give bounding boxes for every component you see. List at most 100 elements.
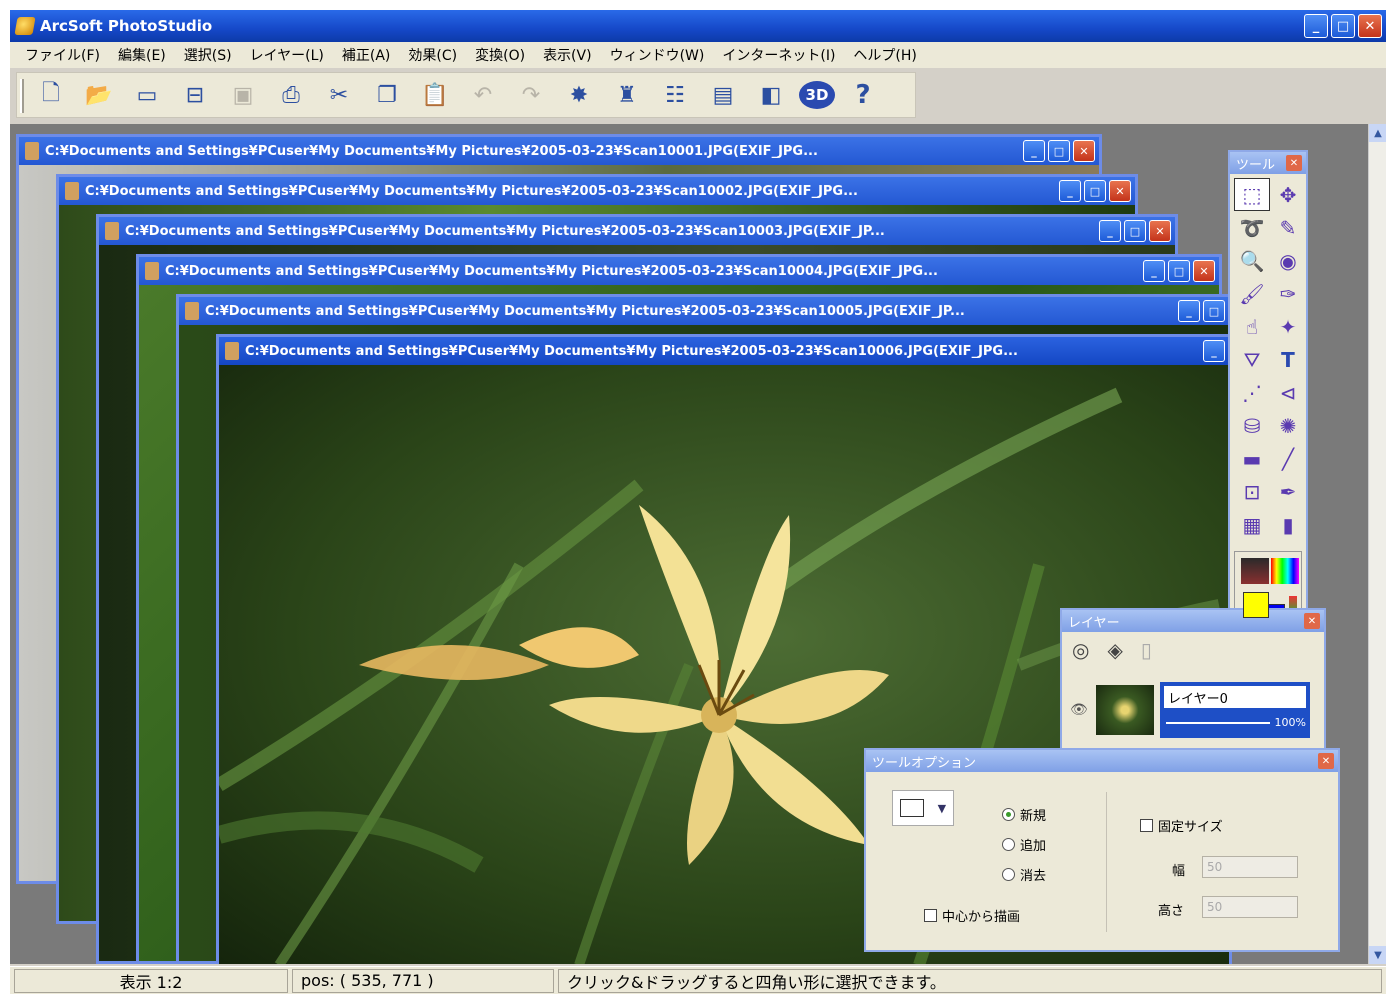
layer-info[interactable]: レイヤー0 100% (1160, 682, 1310, 738)
height-field[interactable]: 50 (1202, 896, 1298, 918)
paste-icon[interactable]: 📋 (415, 75, 455, 115)
radio-add[interactable]: 追加 (1002, 832, 1046, 856)
scroll-up-icon[interactable]: ▲ (1369, 124, 1386, 142)
lasso-tool-icon[interactable]: ➰ (1234, 211, 1270, 244)
stamp-tool-icon[interactable]: ⛁ (1234, 409, 1270, 442)
layer-visibility-icon[interactable]: ◎ (1072, 638, 1089, 662)
fill-tool-icon[interactable]: ⛛ (1234, 343, 1270, 376)
undo-icon[interactable]: ↶ (463, 75, 503, 115)
menu-adjust[interactable]: 補正(A) (333, 45, 400, 65)
menu-select[interactable]: 選択(S) (175, 45, 241, 65)
document-titlebar[interactable]: C:¥Documents and Settings¥PCuser¥My Docu… (219, 337, 1229, 365)
vertical-scrollbar[interactable]: ▲ ▼ (1368, 124, 1386, 964)
save-icon[interactable]: ▣ (223, 75, 263, 115)
selection-shape-dropdown[interactable]: ▼ (892, 790, 954, 826)
print-icon[interactable]: ⎙ (271, 75, 311, 115)
doc-minimize-button[interactable]: _ (1143, 260, 1165, 282)
blur-tool-icon[interactable]: ✦ (1270, 310, 1306, 343)
doc-close-button[interactable]: ✕ (1109, 180, 1131, 202)
doc-maximize-button[interactable]: □ (1168, 260, 1190, 282)
rect-select-tool-icon[interactable]: ⬚ (1234, 178, 1270, 211)
doc-minimize-button[interactable]: _ (1059, 180, 1081, 202)
layers-panel-close-button[interactable]: ✕ (1304, 613, 1320, 629)
menu-help[interactable]: ヘルプ(H) (844, 45, 925, 65)
brush-tool-icon[interactable]: 🖌 (1234, 277, 1270, 310)
acquire-icon[interactable]: ▭ (127, 75, 167, 115)
scroll-down-icon[interactable]: ▼ (1369, 946, 1386, 964)
doc-minimize-button[interactable]: _ (1203, 340, 1225, 362)
eyedropper-tool-icon[interactable]: ✒ (1270, 475, 1306, 508)
help-icon[interactable]: ? (843, 75, 883, 115)
crop-tool-icon[interactable]: ⊡ (1234, 475, 1270, 508)
smudge-tool-icon[interactable]: ☝ (1234, 310, 1270, 343)
doc-maximize-button[interactable]: □ (1084, 180, 1106, 202)
menu-layer[interactable]: レイヤー(L) (241, 45, 333, 65)
doc-close-button[interactable]: ✕ (1073, 140, 1095, 162)
scanner-icon[interactable]: ⊟ (175, 75, 215, 115)
app-titlebar[interactable]: ArcSoft PhotoStudio _ □ ✕ (10, 10, 1386, 42)
layer-opacity-slider[interactable] (1166, 722, 1270, 724)
tools-panel-close-button[interactable]: ✕ (1286, 155, 1302, 171)
disc-icon[interactable]: ◧ (751, 75, 791, 115)
copy-icon[interactable]: ❐ (367, 75, 407, 115)
menu-internet[interactable]: インターネット(I) (713, 45, 844, 65)
open-icon[interactable]: 📂 (79, 75, 119, 115)
frame-tool-icon[interactable]: ▦ (1234, 508, 1270, 541)
red-eye-tool-icon[interactable]: ◉ (1270, 244, 1306, 277)
document-titlebar[interactable]: C:¥Documents and Settings¥PCuser¥My Docu… (99, 217, 1175, 245)
redo-icon[interactable]: ↷ (511, 75, 551, 115)
radio-new[interactable]: 新規 (1002, 802, 1046, 826)
new-icon[interactable]: 🗋 (31, 75, 71, 115)
magic-icon[interactable]: ✸ (559, 75, 599, 115)
3d-icon[interactable]: 3D (799, 81, 835, 109)
move-tool-icon[interactable]: ✥ (1270, 178, 1306, 211)
magic-wand-tool-icon[interactable]: ✎ (1270, 211, 1306, 244)
text-tool-icon[interactable]: T (1270, 343, 1306, 376)
layer-delete-icon[interactable]: ▯ (1141, 638, 1152, 662)
color-spectrum-icon[interactable] (1271, 558, 1299, 584)
doc-minimize-button[interactable]: _ (1023, 140, 1045, 162)
menu-effects[interactable]: 効果(C) (399, 45, 466, 65)
doc-minimize-button[interactable]: _ (1178, 300, 1200, 322)
document-titlebar[interactable]: C:¥Documents and Settings¥PCuser¥My Docu… (139, 257, 1219, 285)
doc-minimize-button[interactable]: _ (1099, 220, 1121, 242)
layers-panel-titlebar[interactable]: レイヤー ✕ (1062, 610, 1324, 632)
menu-window[interactable]: ウィンドウ(W) (601, 45, 714, 65)
layer-eye-icon[interactable]: 👁 (1070, 702, 1090, 718)
line-tool-icon[interactable]: ╱ (1270, 442, 1306, 475)
minimize-button[interactable]: _ (1304, 14, 1328, 38)
color-swatch-palette-icon[interactable] (1241, 558, 1269, 584)
clone-tool-icon[interactable]: ✑ (1270, 277, 1306, 310)
megaphone-tool-icon[interactable]: ⊲ (1270, 376, 1306, 409)
menu-file[interactable]: ファイル(F) (16, 45, 109, 65)
eraser-tool-icon[interactable]: ▬ (1234, 442, 1270, 475)
document-titlebar[interactable]: C:¥Documents and Settings¥PCuser¥My Docu… (179, 297, 1229, 325)
menu-view[interactable]: 表示(V) (534, 45, 601, 65)
radio-subtract[interactable]: 消去 (1002, 862, 1046, 886)
toolbar-grip[interactable] (20, 79, 24, 113)
tools-panel-titlebar[interactable]: ツール ✕ (1230, 152, 1306, 174)
doc-maximize-button[interactable]: □ (1124, 220, 1146, 242)
center-draw-checkbox[interactable]: 中心から描画 (924, 906, 1020, 925)
doc-maximize-button[interactable]: □ (1203, 300, 1225, 322)
maximize-button[interactable]: □ (1331, 14, 1355, 38)
foreground-color-swatch[interactable] (1243, 592, 1269, 618)
doc-close-button[interactable]: ✕ (1149, 220, 1171, 242)
fix-icon[interactable]: ♜ (607, 75, 647, 115)
layer-stack-icon[interactable]: ◈ (1107, 638, 1122, 662)
repair-tool-icon[interactable]: ✺ (1270, 409, 1306, 442)
tool-options-titlebar[interactable]: ツールオプション ✕ (866, 750, 1338, 772)
bucket-tool-icon[interactable]: ▮ (1270, 508, 1306, 541)
width-field[interactable]: 50 (1202, 856, 1298, 878)
doc-close-button[interactable]: ✕ (1193, 260, 1215, 282)
document-titlebar[interactable]: C:¥Documents and Settings¥PCuser¥My Docu… (19, 137, 1099, 165)
cut-icon[interactable]: ✂ (319, 75, 359, 115)
layer-row[interactable]: 👁 レイヤー0 100% (1070, 680, 1310, 740)
menu-transform[interactable]: 変換(O) (466, 45, 534, 65)
adjust-icon[interactable]: ☷ (655, 75, 695, 115)
close-button[interactable]: ✕ (1358, 14, 1382, 38)
zoom-tool-icon[interactable]: 🔍 (1234, 244, 1270, 277)
tool-options-close-button[interactable]: ✕ (1318, 753, 1334, 769)
menu-edit[interactable]: 編集(E) (109, 45, 175, 65)
selection-tool-icon[interactable]: ⋰ (1234, 376, 1270, 409)
